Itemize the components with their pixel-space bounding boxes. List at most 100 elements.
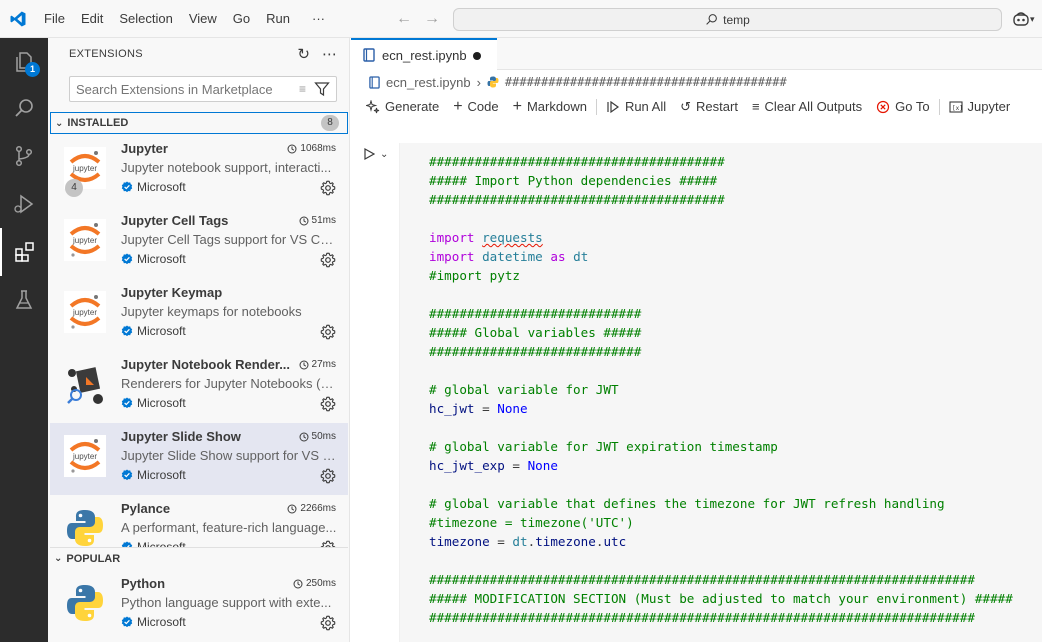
- chevron-down-icon: ▾: [1030, 13, 1035, 24]
- svg-text:jupyter: jupyter: [72, 236, 97, 245]
- restart-button[interactable]: ↺ Restart: [673, 96, 745, 118]
- menu-selection[interactable]: Selection: [111, 0, 180, 38]
- svg-text:jupyter: jupyter: [72, 452, 97, 461]
- extension-search-input[interactable]: [76, 81, 299, 97]
- code-token: ##### Global variables #####: [429, 325, 642, 340]
- extension-item[interactable]: jupyter Jupyter Slide Show 50ms Jupyter Sli…: [50, 423, 348, 495]
- code-line: #######################################: [429, 190, 1013, 209]
- manage-gear[interactable]: [320, 252, 336, 268]
- menu-run[interactable]: Run: [258, 0, 298, 38]
- extension-publisher: Microsoft: [121, 468, 186, 482]
- menu-more[interactable]: ···: [298, 0, 333, 38]
- unsaved-dot-icon[interactable]: [473, 52, 481, 60]
- menu-go[interactable]: Go: [225, 0, 258, 38]
- extension-item[interactable]: Python 250ms Python language support with …: [50, 570, 348, 640]
- refresh-icon[interactable]: ↻: [297, 45, 310, 63]
- publisher-name: Microsoft: [137, 615, 186, 629]
- code-token: None: [527, 458, 558, 473]
- editor-tabs: ecn_rest.ipynb: [351, 38, 1042, 70]
- source-control-icon[interactable]: [0, 132, 48, 180]
- publisher-name: Microsoft: [137, 468, 186, 482]
- manage-gear[interactable]: [320, 540, 336, 547]
- activation-time-value: 50ms: [311, 431, 336, 442]
- extension-item[interactable]: jupyter Jupyter Cell Tags 51ms Jupyter Cell…: [50, 207, 348, 279]
- gear-icon[interactable]: [320, 252, 336, 268]
- tab-ecn-rest[interactable]: ecn_rest.ipynb: [351, 38, 497, 70]
- gear-icon[interactable]: [320, 540, 336, 547]
- generate-button[interactable]: Generate: [359, 96, 446, 118]
- gear-icon[interactable]: [320, 615, 336, 631]
- run-debug-icon[interactable]: [0, 180, 48, 228]
- manage-gear[interactable]: [320, 180, 336, 196]
- search-icon[interactable]: [0, 84, 48, 132]
- manage-gear[interactable]: [320, 396, 336, 412]
- verified-publisher-icon: [121, 181, 133, 193]
- plus-icon: +: [512, 97, 522, 115]
- breadcrumb-cell[interactable]: #######################################: [505, 75, 787, 89]
- menu-file[interactable]: File: [36, 0, 73, 38]
- run-all-button[interactable]: Run All: [599, 96, 673, 118]
- extension-item[interactable]: jupyter Jupyter Keymap Jupyter keymaps for…: [50, 279, 348, 351]
- jupyter-variables-button[interactable]: [x] Jupyter: [942, 96, 1018, 118]
- menu-edit[interactable]: Edit: [73, 0, 111, 38]
- clear-filter-icon[interactable]: ≡: [299, 82, 306, 96]
- gear-icon[interactable]: [320, 324, 336, 340]
- python-icon: [64, 582, 106, 624]
- code-line: ##### Global variables #####: [429, 323, 1013, 342]
- code-token: ########################################…: [429, 610, 975, 625]
- back-arrow-icon[interactable]: ←: [396, 10, 412, 28]
- code-token: #import pytz: [429, 268, 520, 283]
- clock-icon: [299, 360, 309, 369]
- run-all-icon: [607, 100, 619, 113]
- activation-time: 1068ms: [287, 143, 336, 154]
- run-cell-icon[interactable]: [363, 148, 375, 160]
- more-actions-icon[interactable]: ⋯: [322, 45, 337, 63]
- testing-icon[interactable]: [0, 276, 48, 324]
- code-editor[interactable]: ####################################### #…: [429, 152, 1013, 627]
- code-token: dt: [512, 534, 528, 549]
- command-center-text: temp: [723, 12, 750, 27]
- activation-time: 250ms: [293, 578, 336, 589]
- extension-name: Python: [121, 576, 166, 591]
- activation-time: 27ms: [299, 359, 336, 370]
- add-markdown-cell-button[interactable]: + Markdown: [506, 96, 594, 118]
- breadcrumb-file[interactable]: ecn_rest.ipynb: [386, 75, 471, 90]
- popular-section-header[interactable]: ⌄ POPULAR: [50, 547, 348, 569]
- gear-icon[interactable]: [320, 180, 336, 196]
- code-line: #import pytz: [429, 266, 1013, 285]
- gear-icon[interactable]: [320, 468, 336, 484]
- code-cell[interactable]: ####################################### #…: [399, 143, 1042, 642]
- sidebar-actions: ↻ ⋯: [297, 45, 337, 63]
- manage-gear[interactable]: [320, 468, 336, 484]
- activation-time-value: 2266ms: [300, 503, 336, 514]
- toolbar-separator: [595, 98, 597, 115]
- go-to-button[interactable]: Go To: [869, 96, 936, 118]
- extension-item[interactable]: Pylance 2266ms A performant, feature-rich …: [50, 495, 348, 547]
- extension-item[interactable]: Jupyter Notebook Render... 27ms Renderers …: [50, 351, 348, 423]
- installed-section-header[interactable]: ⌄ INSTALLED 8: [50, 112, 348, 134]
- extension-pack-badge: 4: [65, 179, 83, 197]
- extensions-icon[interactable]: [0, 228, 48, 276]
- filter-icon[interactable]: [314, 81, 330, 97]
- chevron-down-icon[interactable]: ⌄: [380, 149, 388, 160]
- explorer-icon[interactable]: 1: [0, 38, 48, 86]
- clear-all-outputs-button[interactable]: ≡ Clear All Outputs: [745, 96, 869, 118]
- jupyter-icon: jupyter: [64, 219, 106, 261]
- chevron-down-icon: ⌄: [54, 553, 63, 564]
- add-code-cell-button[interactable]: + Code: [446, 96, 505, 118]
- extension-name: Jupyter Notebook Render...: [121, 357, 291, 372]
- manage-gear[interactable]: [320, 324, 336, 340]
- manage-gear[interactable]: [320, 615, 336, 631]
- popular-section-label: POPULAR: [66, 552, 121, 565]
- command-center[interactable]: temp: [453, 8, 1002, 31]
- forward-arrow-icon[interactable]: →: [424, 10, 440, 28]
- gear-icon[interactable]: [320, 396, 336, 412]
- verified-publisher-icon: [121, 397, 133, 409]
- plus-icon: +: [453, 97, 463, 115]
- extension-item[interactable]: jupyter 4 Jupyter 1068ms Jupyter notebook su…: [50, 135, 348, 207]
- copilot-icon[interactable]: ▾: [1012, 9, 1042, 29]
- menu-view[interactable]: View: [181, 0, 225, 38]
